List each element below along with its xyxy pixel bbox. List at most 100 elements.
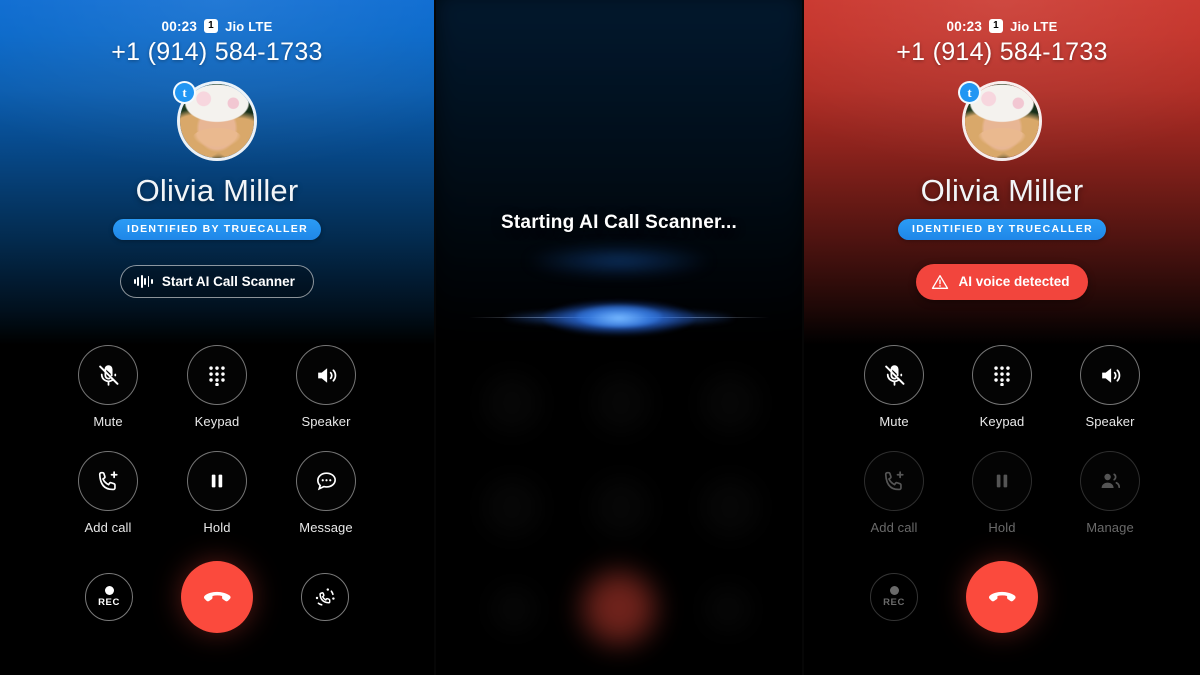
waveform-peak — [576, 304, 662, 327]
manage-people-icon — [1101, 473, 1121, 489]
scanner-cta-row: Start AI Call Scanner — [0, 264, 434, 298]
control-speaker[interactable]: Speaker — [1056, 345, 1164, 429]
control-label: Manage — [1086, 520, 1134, 535]
status-badge-identified: IDENTIFIED BY TRUECALLER — [898, 219, 1106, 240]
control-label: Speaker — [1085, 414, 1135, 429]
end-call-icon — [203, 591, 231, 602]
scan-waveform-visual — [469, 288, 769, 348]
caller-name: Olivia Miller — [135, 173, 299, 208]
keypad-circle — [187, 345, 247, 405]
avatar-wrapper: t — [0, 81, 434, 161]
avatar: t — [958, 81, 1042, 161]
control-add-call[interactable]: Add call — [54, 451, 163, 535]
switch-call-button[interactable] — [301, 573, 349, 621]
carrier-label: Jio LTE — [1010, 18, 1058, 34]
control-row-1: Mute Keypad Speaker — [804, 345, 1200, 429]
end-call-icon — [988, 591, 1016, 602]
keypad-icon — [994, 366, 1010, 386]
control-label: Hold — [988, 520, 1016, 535]
control-keypad[interactable]: Keypad — [948, 345, 1056, 429]
control-message[interactable]: Message — [272, 451, 381, 535]
mute-circle — [864, 345, 924, 405]
hold-circle — [187, 451, 247, 511]
record-dot-icon — [104, 586, 114, 595]
control-label: Speaker — [301, 414, 351, 429]
record-button: REC — [870, 573, 918, 621]
carrier-label: Jio LTE — [225, 18, 273, 34]
control-speaker[interactable]: Speaker — [272, 345, 381, 429]
control-label: Add call — [870, 520, 918, 535]
control-label: Keypad — [979, 414, 1025, 429]
message-icon — [316, 471, 336, 490]
speaker-circle — [1080, 345, 1140, 405]
control-row-1: Mute Keypad Speaker — [0, 345, 434, 429]
truecaller-badge-icon: t — [958, 81, 981, 104]
identified-tag-row: IDENTIFIED BY TRUECALLER — [0, 219, 434, 240]
control-row-2: Add call Hold — [804, 451, 1200, 535]
phone-number: +1 (914) 584-1733 — [111, 38, 323, 66]
bottom-action-row: REC — [804, 561, 1200, 633]
sim-indicator-icon: 1 — [204, 19, 219, 33]
record-label: REC — [98, 597, 120, 608]
truecaller-badge-icon: t — [173, 81, 196, 104]
call-duration: 00:23 — [946, 18, 983, 34]
call-controls-left: Mute Keypad Speaker Add call Hold Messag… — [0, 345, 434, 633]
end-call-button[interactable] — [181, 561, 253, 633]
hold-circle — [972, 451, 1032, 511]
speaker-icon — [317, 367, 336, 383]
call-screen-ai-detected: 00:23 1 Jio LTE +1 (914) 584-1733 t Oliv… — [804, 0, 1200, 675]
bottom-row-spacer — [1086, 573, 1134, 621]
call-controls-right: Mute Keypad Speaker Add call Hold Manage… — [804, 345, 1200, 633]
sim-indicator-icon: 1 — [989, 19, 1004, 33]
control-row-2: Add call Hold — [0, 451, 434, 535]
pause-icon — [996, 474, 1008, 488]
status-badge-identified: IDENTIFIED BY TRUECALLER — [113, 219, 321, 240]
control-keypad[interactable]: Keypad — [163, 345, 272, 429]
control-hold: Hold — [948, 451, 1056, 535]
control-label: Mute — [93, 414, 123, 429]
control-mute[interactable]: Mute — [54, 345, 163, 429]
add-call-icon — [98, 470, 118, 490]
keypad-icon — [209, 366, 225, 386]
call-screen-identified: 00:23 1 Jio LTE +1 (914) 584-1733 t Oliv… — [0, 0, 434, 675]
speaker-circle — [296, 345, 356, 405]
warning-triangle-icon — [932, 274, 949, 289]
control-add-call: Add call — [840, 451, 948, 535]
record-label: REC — [883, 597, 905, 608]
add-call-icon — [884, 470, 904, 490]
speaker-icon — [1101, 367, 1120, 383]
ai-voice-detected-badge: AI voice detected — [916, 263, 1088, 300]
control-label: Hold — [203, 520, 231, 535]
manage-circle — [1080, 451, 1140, 511]
scan-overlay: Starting AI Call Scanner... — [436, 0, 802, 675]
scan-glow — [524, 246, 714, 276]
scan-status-text: Starting AI Call Scanner... — [501, 212, 737, 233]
status-bar: 00:23 1 Jio LTE — [804, 0, 1200, 34]
caller-name: Olivia Miller — [920, 173, 1084, 208]
control-label: Add call — [84, 520, 132, 535]
control-label: Message — [299, 520, 353, 535]
control-mute[interactable]: Mute — [840, 345, 948, 429]
identified-tag-row: IDENTIFIED BY TRUECALLER — [804, 219, 1200, 240]
control-manage: Manage — [1056, 451, 1164, 535]
control-hold[interactable]: Hold — [163, 451, 272, 535]
call-duration: 00:23 — [161, 18, 198, 34]
warning-row: AI voice detected — [804, 263, 1200, 300]
warning-label: AI voice detected — [958, 274, 1070, 289]
start-ai-call-scanner-button[interactable]: Start AI Call Scanner — [120, 264, 314, 298]
scanner-button-label: Start AI Call Scanner — [161, 273, 295, 289]
mic-off-icon — [98, 364, 118, 386]
phone-number: +1 (914) 584-1733 — [896, 38, 1108, 66]
status-bar: 00:23 1 Jio LTE — [0, 0, 434, 34]
control-label: Keypad — [194, 414, 240, 429]
avatar-wrapper: t — [804, 81, 1200, 161]
record-button[interactable]: REC — [85, 573, 133, 621]
keypad-circle — [972, 345, 1032, 405]
end-call-button[interactable] — [966, 561, 1038, 633]
bottom-action-row: REC — [0, 561, 434, 633]
mute-circle — [78, 345, 138, 405]
switch-call-icon — [315, 588, 335, 606]
waveform-icon — [134, 274, 153, 288]
avatar: t — [173, 81, 257, 161]
mic-off-icon — [884, 364, 904, 386]
